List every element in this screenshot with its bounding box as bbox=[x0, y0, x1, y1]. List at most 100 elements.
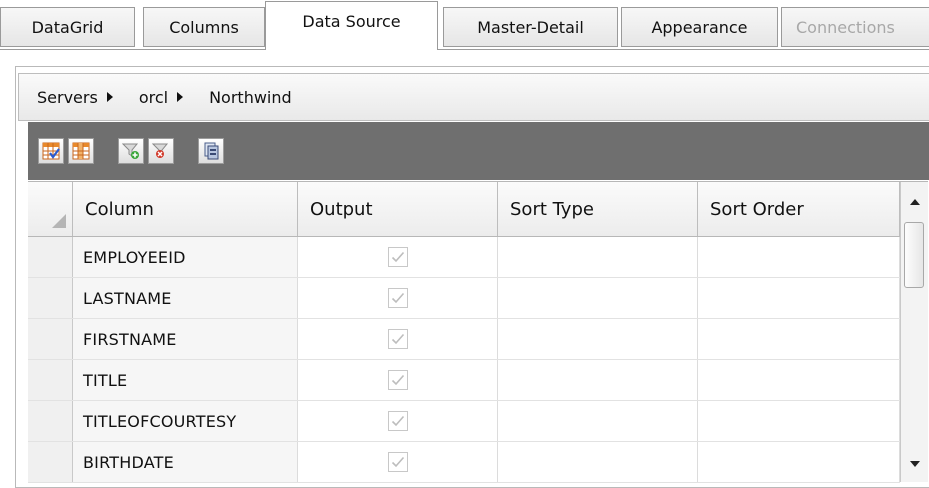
output-cell bbox=[298, 237, 498, 277]
sort-order-cell[interactable] bbox=[698, 319, 900, 359]
output-cell bbox=[298, 442, 498, 482]
query-properties-button[interactable] bbox=[198, 138, 224, 164]
deselect-columns-icon bbox=[72, 142, 90, 160]
tab-master-detail[interactable]: Master-Detail bbox=[443, 7, 618, 47]
row-selector[interactable] bbox=[28, 237, 73, 277]
table-row[interactable]: FIRSTNAME bbox=[28, 319, 900, 360]
breadcrumb-item-northwind[interactable]: Northwind bbox=[209, 88, 292, 107]
sort-order-cell[interactable] bbox=[698, 442, 900, 482]
tab-label: Appearance bbox=[651, 17, 748, 37]
sort-order-cell[interactable] bbox=[698, 237, 900, 277]
output-checkbox[interactable] bbox=[387, 452, 408, 472]
arrow-down-icon bbox=[909, 461, 920, 467]
tab-label: Columns bbox=[169, 17, 239, 37]
columns-grid: Column Output Sort Type Sort Order EMPLO… bbox=[28, 181, 928, 483]
output-checkbox[interactable] bbox=[387, 247, 408, 267]
tab-data-source[interactable]: Data Source bbox=[265, 1, 438, 50]
sort-order-cell[interactable] bbox=[698, 278, 900, 318]
sort-type-cell[interactable] bbox=[498, 360, 698, 400]
output-checkbox[interactable] bbox=[387, 329, 408, 349]
output-cell bbox=[298, 401, 498, 441]
remove-filter-button[interactable] bbox=[148, 138, 174, 164]
sort-order-cell[interactable] bbox=[698, 360, 900, 400]
table-row[interactable]: LASTNAME bbox=[28, 278, 900, 319]
checkmark-icon bbox=[391, 333, 404, 345]
column-name-cell[interactable]: LASTNAME bbox=[73, 278, 298, 318]
output-cell bbox=[298, 360, 498, 400]
table-row[interactable]: TITLE bbox=[28, 360, 900, 401]
row-selector[interactable] bbox=[28, 442, 73, 482]
arrow-up-icon bbox=[909, 199, 920, 205]
column-header-sort-type[interactable]: Sort Type bbox=[498, 182, 698, 236]
row-selector[interactable] bbox=[28, 360, 73, 400]
query-properties-icon bbox=[204, 142, 219, 160]
breadcrumb-item-orcl[interactable]: orcl bbox=[138, 87, 184, 107]
breadcrumb-item-servers[interactable]: Servers bbox=[37, 88, 113, 107]
column-header-output[interactable]: Output bbox=[298, 182, 498, 236]
table-row[interactable]: TITLEOFCOURTESY bbox=[28, 401, 900, 442]
header-label: Sort Order bbox=[710, 198, 804, 220]
sort-type-cell[interactable] bbox=[498, 442, 698, 482]
table-row[interactable]: BIRTHDATE bbox=[28, 442, 900, 483]
corner-triangle-icon bbox=[52, 214, 66, 228]
deselect-columns-button[interactable] bbox=[68, 138, 94, 164]
select-all-corner[interactable] bbox=[28, 182, 73, 236]
scroll-down-button[interactable] bbox=[901, 452, 928, 476]
table-row[interactable]: EMPLOYEEID bbox=[28, 237, 900, 278]
header-label: Column bbox=[85, 198, 154, 220]
column-name-cell[interactable]: TITLE bbox=[73, 360, 298, 400]
sort-type-cell[interactable] bbox=[498, 278, 698, 318]
grid-header: Column Output Sort Type Sort Order bbox=[28, 182, 900, 237]
scrollbar-thumb[interactable] bbox=[904, 222, 924, 288]
checkmark-icon bbox=[391, 292, 404, 304]
breadcrumb-label: orcl bbox=[138, 87, 169, 107]
column-name-cell[interactable]: BIRTHDATE bbox=[73, 442, 298, 482]
output-checkbox[interactable] bbox=[387, 411, 408, 431]
sort-type-cell[interactable] bbox=[498, 401, 698, 441]
column-name: FIRSTNAME bbox=[83, 329, 177, 349]
checkmark-icon bbox=[391, 374, 404, 386]
column-header-column[interactable]: Column bbox=[73, 182, 298, 236]
breadcrumb: Servers orcl Northwind bbox=[18, 73, 929, 121]
output-cell bbox=[298, 278, 498, 318]
tab-connections: Connections bbox=[781, 7, 929, 47]
sort-type-cell[interactable] bbox=[498, 319, 698, 359]
checkmark-icon bbox=[391, 415, 404, 427]
tab-strip-divider bbox=[0, 49, 929, 50]
tab-label: Data Source bbox=[302, 11, 401, 31]
output-checkbox[interactable] bbox=[387, 370, 408, 390]
grid-body: EMPLOYEEID LASTNAME FIRSTNAME TITLE TITL… bbox=[28, 237, 900, 483]
chevron-right-icon[interactable] bbox=[177, 92, 184, 102]
add-filter-icon bbox=[122, 143, 139, 159]
tab-label: Connections bbox=[796, 17, 895, 37]
output-cell bbox=[298, 319, 498, 359]
checkmark-icon bbox=[391, 456, 404, 468]
scroll-up-button[interactable] bbox=[901, 182, 928, 222]
row-selector[interactable] bbox=[28, 319, 73, 359]
column-name-cell[interactable]: TITLEOFCOURTESY bbox=[73, 401, 298, 441]
tab-datagrid[interactable]: DataGrid bbox=[0, 7, 135, 47]
column-name: TITLE bbox=[83, 370, 128, 390]
output-checkbox[interactable] bbox=[387, 288, 408, 308]
breadcrumb-label: Northwind bbox=[209, 87, 292, 107]
tab-columns[interactable]: Columns bbox=[143, 7, 265, 47]
column-name-cell[interactable]: EMPLOYEEID bbox=[73, 237, 298, 277]
select-all-columns-button[interactable] bbox=[38, 138, 64, 164]
add-filter-button[interactable] bbox=[118, 138, 144, 164]
column-header-sort-order[interactable]: Sort Order bbox=[698, 182, 900, 236]
chevron-right-icon[interactable] bbox=[106, 92, 113, 102]
column-name-cell[interactable]: FIRSTNAME bbox=[73, 319, 298, 359]
header-label: Sort Type bbox=[510, 198, 594, 220]
sort-order-cell[interactable] bbox=[698, 401, 900, 441]
column-name: EMPLOYEEID bbox=[83, 247, 186, 267]
remove-filter-icon bbox=[152, 143, 169, 158]
query-toolbar bbox=[28, 122, 929, 180]
row-selector[interactable] bbox=[28, 278, 73, 318]
checkmark-icon bbox=[391, 251, 404, 263]
vertical-scrollbar[interactable] bbox=[900, 182, 928, 482]
header-label: Output bbox=[310, 198, 373, 220]
row-selector[interactable] bbox=[28, 401, 73, 441]
sort-type-cell[interactable] bbox=[498, 237, 698, 277]
column-name: LASTNAME bbox=[83, 288, 172, 308]
tab-appearance[interactable]: Appearance bbox=[621, 7, 778, 47]
